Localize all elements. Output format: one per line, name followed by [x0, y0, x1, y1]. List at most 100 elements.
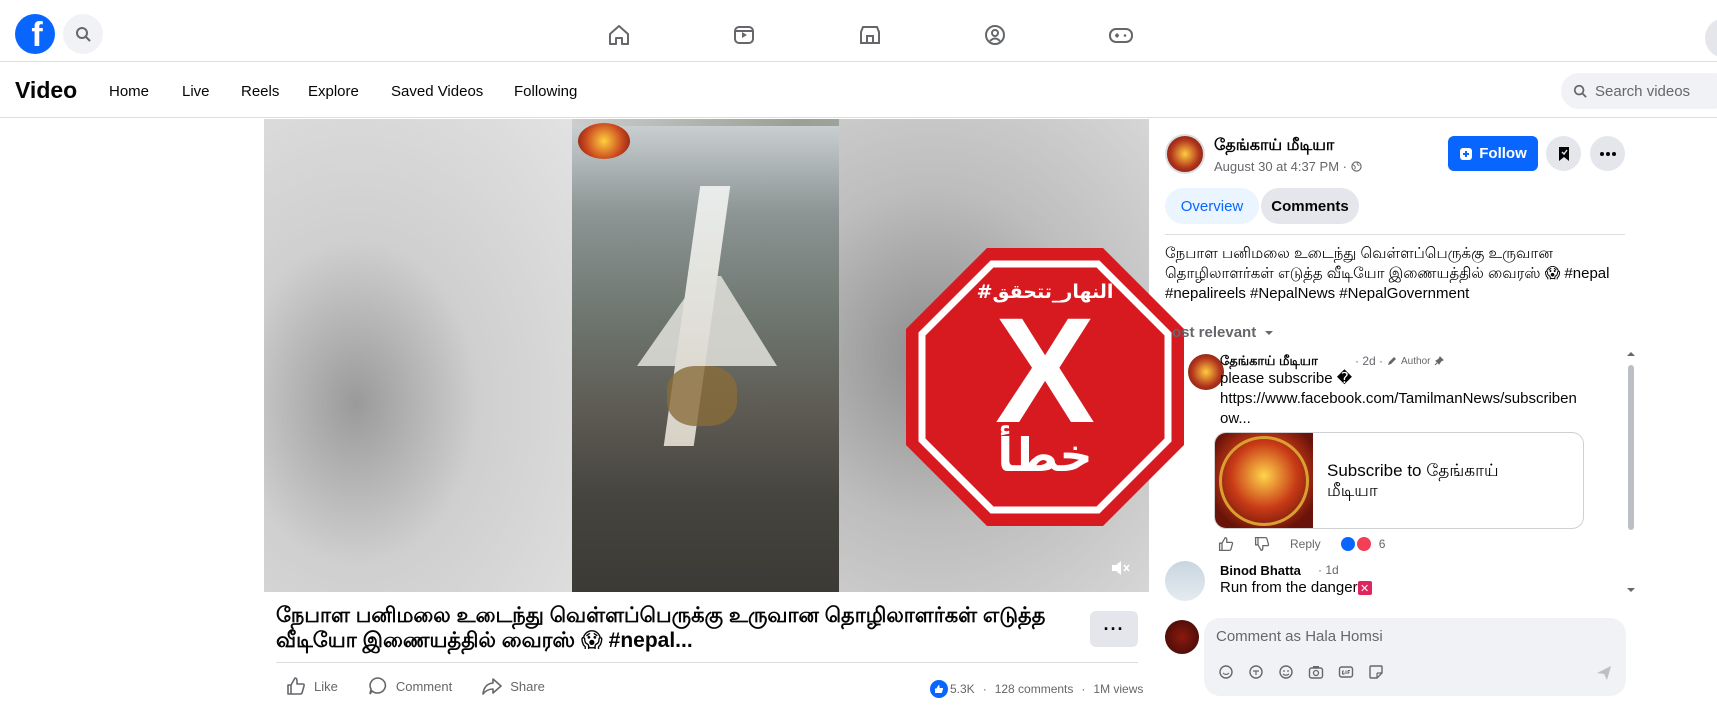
comment-link[interactable]: https://www.facebook.com/TamilmanNews/su… [1220, 389, 1580, 429]
like-reaction-icon [930, 680, 948, 698]
comment-input-placeholder: Comment as Hala Homsi [1216, 628, 1383, 645]
nav-link-explore[interactable]: Explore [308, 83, 359, 100]
video-stats: 5.3K · 128 comments · 1M views [930, 680, 1143, 698]
comment-reactions[interactable]: 6 [1340, 537, 1386, 551]
menu-button[interactable] [1705, 18, 1717, 58]
pencil-icon [1388, 357, 1397, 365]
search-button[interactable] [63, 14, 103, 54]
upvote-icon[interactable] [1218, 536, 1234, 552]
comment-body: Run from the danger ✕ [1220, 579, 1372, 596]
divider [1165, 234, 1625, 235]
views-count: 1M views [1093, 682, 1144, 696]
send-icon[interactable] [1596, 665, 1612, 681]
home-icon[interactable] [606, 22, 632, 48]
post-time-text: August 30 at 4:37 PM · [1214, 159, 1347, 174]
composer-tools [1218, 664, 1384, 680]
page-name[interactable]: தேங்காய் மீடியா [1214, 136, 1334, 156]
gif-icon[interactable] [1338, 664, 1354, 680]
comment-actions: Reply 6 [1218, 536, 1385, 552]
globe-icon [1350, 161, 1362, 172]
nav-link-live[interactable]: Live [182, 83, 210, 100]
video-navigation: Video Home Live Reels Explore Saved Vide… [0, 63, 1717, 118]
like-label: Like [314, 678, 338, 694]
reactions-count: 5.3K [950, 682, 975, 696]
comment-sort-dropdown[interactable]: ost relevant [1172, 324, 1274, 341]
comment-icon [369, 677, 387, 695]
avatar-sticker-icon[interactable] [1218, 664, 1234, 680]
post-description: நேபாள பனிமலை உடைந்து வெள்ளப்பெருக்கு உரு… [1165, 245, 1610, 302]
text-effect-icon[interactable] [1248, 664, 1264, 680]
comment-composer[interactable]: Comment as Hala Homsi [1204, 618, 1626, 696]
like-button[interactable]: Like [286, 676, 338, 696]
page-avatar[interactable] [1165, 134, 1205, 174]
post-timestamp[interactable]: August 30 at 4:37 PM · [1214, 159, 1362, 174]
scroll-thumb[interactable] [1628, 365, 1634, 530]
follow-label: Follow [1479, 145, 1527, 162]
comments-count[interactable]: 128 comments [995, 682, 1074, 696]
top-navigation-bar: f [0, 0, 1717, 62]
separator-dot: · [1081, 682, 1086, 696]
cross-mark-emoji: ✕ [1357, 581, 1372, 596]
groups-icon[interactable] [982, 22, 1008, 48]
link-preview-thumbnail [1215, 433, 1313, 528]
scroll-up-arrow-icon[interactable] [1626, 350, 1636, 358]
comment-text: Run from the danger [1220, 579, 1358, 596]
commenter-name[interactable]: தேங்காய் மீடியா [1220, 353, 1318, 370]
mute-icon[interactable] [1110, 560, 1130, 576]
comment-label: Comment [395, 678, 453, 694]
comment-body: please subscribe � https://www.facebook.… [1220, 369, 1580, 429]
video-actions: Like Comment Share [286, 676, 545, 696]
fact-check-stop-sign: #النهار_تتحقق X خطأ [906, 248, 1184, 526]
nav-link-saved-videos[interactable]: Saved Videos [391, 83, 483, 100]
sticker-icon[interactable] [1368, 664, 1384, 680]
facebook-logo[interactable]: f [15, 14, 55, 54]
commenter-avatar[interactable] [1188, 354, 1224, 390]
nav-link-following[interactable]: Following [514, 83, 577, 100]
like-reaction-icon [1340, 537, 1355, 551]
video-more-button[interactable]: ··· [1090, 611, 1138, 647]
nav-link-home[interactable]: Home [109, 83, 149, 100]
post-more-options-button[interactable] [1590, 136, 1625, 171]
scroll-down-arrow-icon[interactable] [1626, 586, 1636, 594]
video-icon[interactable] [731, 22, 757, 48]
comment-reaction-count: 6 [1378, 537, 1386, 551]
comment-age[interactable]: · 1d [1318, 563, 1339, 577]
fact-check-verdict: خطأ [997, 425, 1092, 482]
thumbs-up-icon [287, 677, 305, 695]
pin-icon [1435, 356, 1445, 366]
nav-link-reels[interactable]: Reels [241, 83, 279, 100]
save-button[interactable] [1546, 136, 1581, 171]
comment-meta: · 2d · Author [1355, 354, 1445, 368]
reply-button[interactable]: Reply [1290, 537, 1321, 551]
comment-text: please subscribe � [1220, 370, 1353, 387]
video-blur-background-left [264, 119, 572, 592]
current-user-avatar[interactable] [1165, 620, 1199, 654]
search-videos-input[interactable]: Search videos [1561, 73, 1717, 109]
tab-overview[interactable]: Overview [1165, 188, 1259, 224]
camera-icon[interactable] [1308, 664, 1324, 680]
comment-age[interactable]: · 2d · [1355, 354, 1383, 368]
bookmark-icon [1558, 146, 1569, 161]
commenter-avatar[interactable] [1165, 561, 1205, 601]
sort-label: ost relevant [1172, 324, 1257, 341]
comments-scrollbar[interactable] [1626, 350, 1636, 596]
separator-dot: · [982, 682, 987, 696]
tab-comments[interactable]: Comments [1261, 188, 1359, 224]
marketplace-icon[interactable] [857, 22, 883, 48]
follow-add-icon [1460, 147, 1473, 160]
share-button[interactable]: Share [482, 676, 545, 696]
gaming-icon[interactable] [1108, 22, 1134, 48]
search-icon [1573, 84, 1587, 98]
reactions-count-button[interactable]: 5.3K [930, 680, 975, 698]
downvote-icon[interactable] [1254, 536, 1270, 552]
video-frame [572, 126, 839, 592]
search-icon [76, 27, 91, 42]
divider [276, 662, 1138, 663]
link-preview-card[interactable]: Subscribe to தேங்காய் மீடியா [1214, 432, 1584, 529]
comment-button[interactable]: Comment [368, 676, 452, 696]
follow-button[interactable]: Follow [1448, 136, 1538, 171]
commenter-name[interactable]: Binod Bhatta [1220, 563, 1301, 578]
more-dots-icon [1599, 151, 1616, 156]
channel-watermark-logo [578, 123, 630, 159]
emoji-icon[interactable] [1278, 664, 1294, 680]
